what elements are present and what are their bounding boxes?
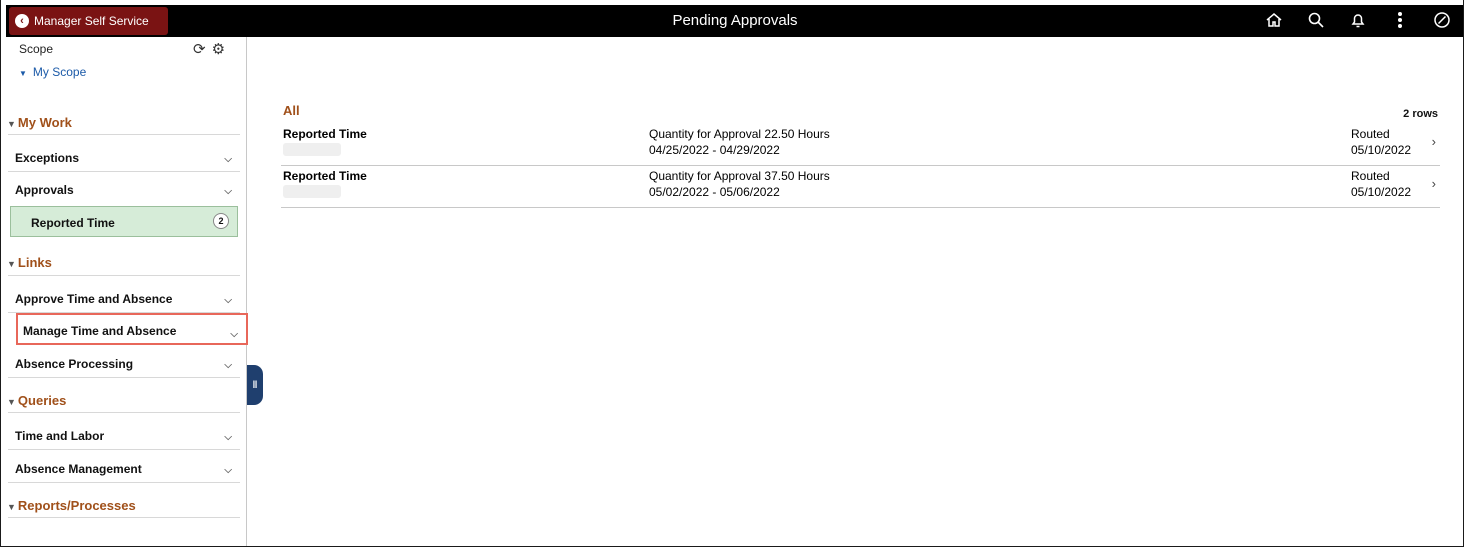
more-icon[interactable] (1390, 10, 1410, 30)
refresh-icon[interactable]: ⟳ (193, 40, 206, 58)
caret-down-icon: ▼ (7, 502, 16, 512)
app-frame: ‹ Manager Self Service Pending Approvals… (0, 0, 1464, 547)
chevron-right-icon: › (1431, 134, 1436, 149)
pause-icon: ‖ (252, 379, 258, 391)
chevron-down-icon: ⌵ (224, 465, 232, 476)
row-status: Routed (1351, 169, 1390, 183)
sidebar-item-approvals[interactable]: Approvals ⌵ (8, 172, 240, 204)
row-quantity: Quantity for Approval 22.50 Hours (649, 127, 830, 141)
caret-down-icon: ▼ (7, 119, 16, 129)
sidebar-item-label: Approve Time and Absence (15, 292, 173, 306)
chevron-down-icon: ⌵ (224, 154, 232, 165)
section-links[interactable]: ▼ Links (7, 255, 240, 270)
panel-collapse-handle[interactable]: ‖ (247, 365, 263, 405)
row-title: Reported Time (283, 169, 367, 183)
row-status: Routed (1351, 127, 1390, 141)
sidebar-item-approve-time[interactable]: Approve Time and Absence ⌵ (8, 281, 240, 313)
sidebar-item-label: Reported Time (31, 216, 115, 230)
row-status-date: 05/10/2022 (1351, 143, 1412, 157)
sidebar-item-label: Absence Management (15, 462, 142, 476)
section-reports-label: Reports/Processes (17, 498, 136, 513)
divider (8, 134, 240, 135)
row-period: 04/25/2022 - 04/29/2022 (649, 143, 780, 157)
row-status-date: 05/10/2022 (1351, 185, 1412, 199)
my-scope-label: My Scope (32, 65, 87, 79)
sidebar-item-manage-time[interactable]: Manage Time and Absence ⌵ (16, 313, 248, 345)
scope-label: Scope (19, 42, 54, 56)
section-queries-label: Queries (17, 393, 67, 408)
chevron-down-icon: ⌵ (224, 186, 232, 197)
chevron-down-icon: ⌵ (224, 295, 232, 306)
caret-down-icon: ▼ (7, 397, 16, 407)
row-period: 05/02/2022 - 05/06/2022 (649, 185, 780, 199)
divider (8, 275, 240, 276)
redacted-name (283, 185, 341, 198)
search-icon[interactable] (1306, 10, 1326, 30)
section-queries[interactable]: ▼ Queries (7, 393, 240, 408)
compass-icon[interactable] (1432, 10, 1452, 30)
section-my-work-label: My Work (17, 115, 72, 130)
caret-down-icon: ▼ (19, 69, 27, 78)
chevron-down-icon: ⌵ (224, 432, 232, 443)
sidebar-item-label: Manage Time and Absence (23, 324, 177, 338)
sidebar-item-label: Approvals (15, 183, 74, 197)
group-label: All (283, 103, 300, 118)
caret-down-icon: ▼ (7, 259, 16, 269)
page-title: Pending Approvals (672, 12, 798, 29)
divider (8, 517, 240, 518)
sidebar-item-reported-time[interactable]: Reported Time 2 (10, 206, 238, 237)
my-scope-link[interactable]: ▼ My Scope (19, 65, 86, 79)
sidebar-item-label: Absence Processing (15, 357, 134, 371)
section-my-work[interactable]: ▼ My Work (7, 115, 240, 130)
section-links-label: Links (17, 255, 52, 270)
row-count: 2 rows (1403, 108, 1438, 120)
chevron-right-icon: › (1431, 176, 1436, 191)
gear-icon[interactable]: ⚙ (212, 40, 225, 58)
divider (8, 412, 240, 413)
list-item[interactable]: Reported Time Quantity for Approval 37.5… (281, 169, 1440, 208)
sidebar-item-absence-mgmt[interactable]: Absence Management ⌵ (8, 451, 240, 483)
row-title: Reported Time (283, 127, 367, 141)
sidebar-item-exceptions[interactable]: Exceptions ⌵ (8, 140, 240, 172)
header-actions (1264, 10, 1452, 30)
sidebar-item-label: Exceptions (15, 151, 80, 165)
scope-actions: ⟳ ⚙ (193, 40, 225, 58)
home-icon[interactable] (1264, 10, 1284, 30)
list-item[interactable]: Reported Time Quantity for Approval 22.5… (281, 127, 1440, 166)
chevron-down-icon: ⌵ (230, 329, 238, 340)
redacted-name (283, 143, 341, 156)
chevron-down-icon: ⌵ (224, 360, 232, 371)
count-badge: 2 (213, 213, 229, 229)
sidebar-item-absence-processing[interactable]: Absence Processing ⌵ (8, 346, 240, 378)
sidebar-item-time-labor[interactable]: Time and Labor ⌵ (8, 418, 240, 450)
sidebar-item-label: Time and Labor (15, 429, 105, 443)
section-reports[interactable]: ▼ Reports/Processes (7, 498, 240, 513)
bell-icon[interactable] (1348, 10, 1368, 30)
header-bar: ‹ Manager Self Service Pending Approvals (6, 5, 1463, 37)
row-quantity: Quantity for Approval 37.50 Hours (649, 169, 830, 183)
